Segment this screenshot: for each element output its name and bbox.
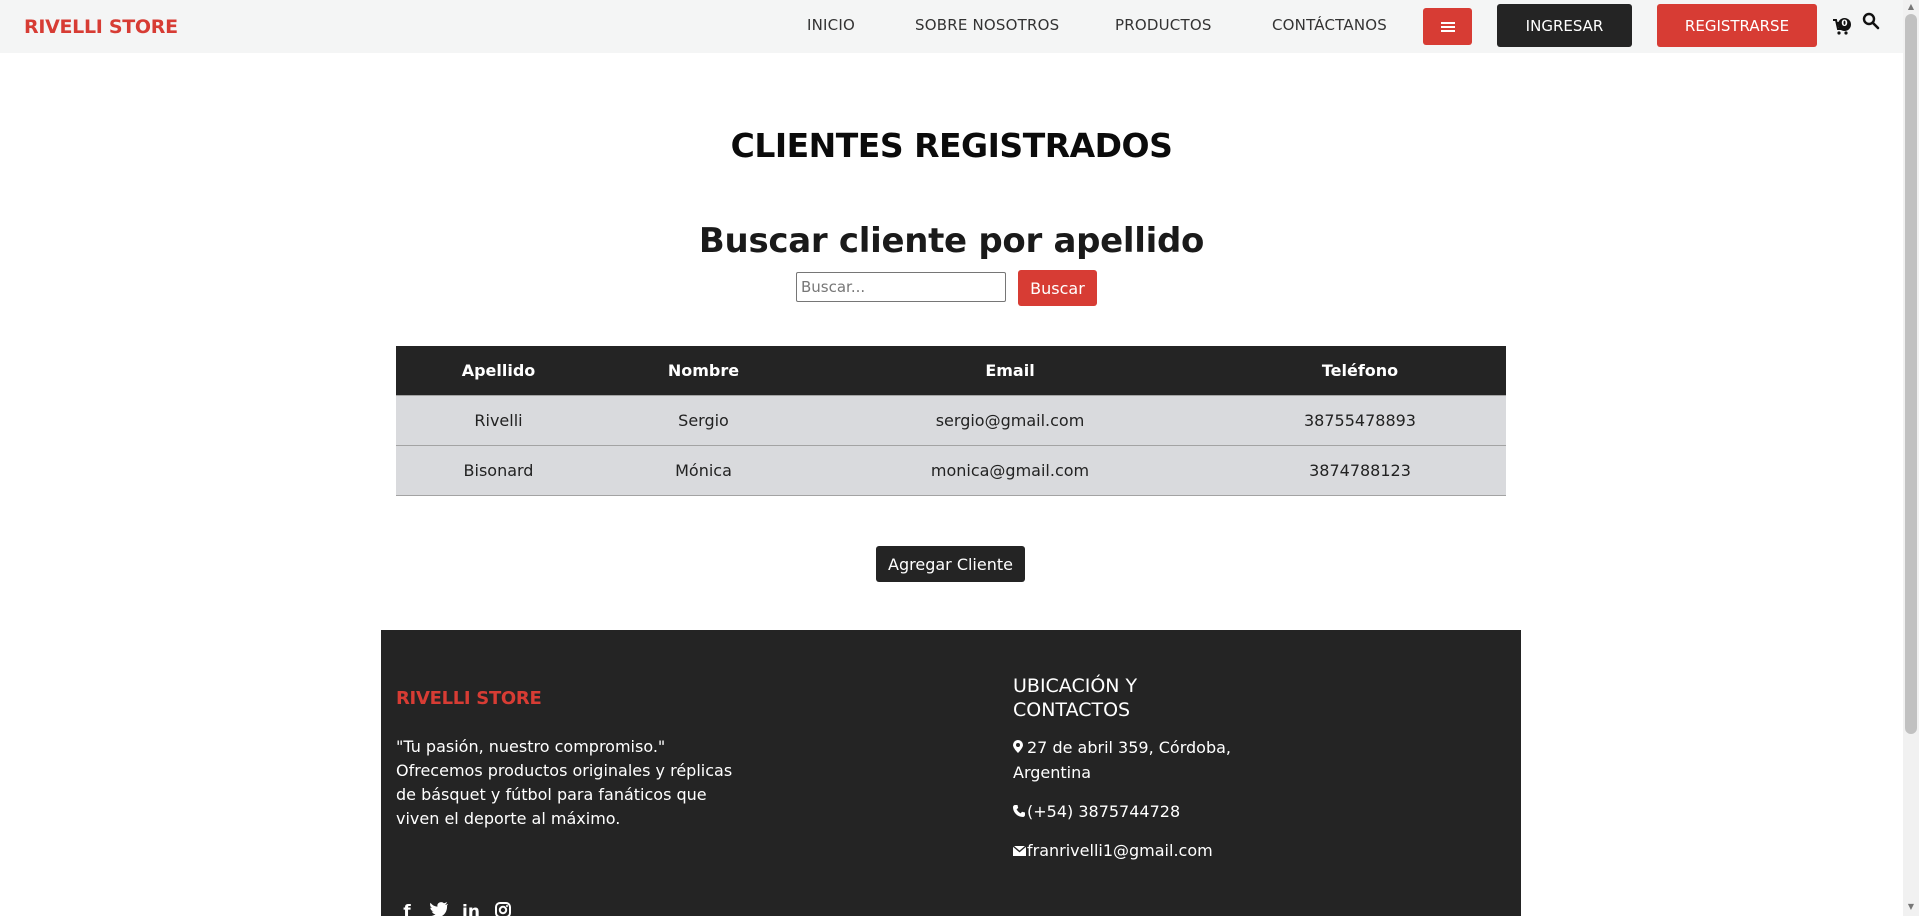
footer-phone-text[interactable]: (+54) 3875744728 (1027, 802, 1180, 821)
table-header-row: Apellido Nombre Email Teléfono (396, 346, 1506, 395)
instagram-icon[interactable] (492, 902, 514, 923)
cell-nombre: Sergio (601, 394, 806, 445)
column-header-apellido: Apellido (396, 346, 601, 395)
footer-email-text[interactable]: franrivelli1@gmail.com (1027, 841, 1213, 860)
footer: RIVELLI STORE "Tu pasión, nuestro compro… (381, 630, 1521, 922)
nav-link-productos[interactable]: PRODUCTOS (1115, 16, 1212, 34)
facebook-icon[interactable]: f (396, 902, 418, 923)
clients-table: Apellido Nombre Email Teléfono Rivelli S… (396, 346, 1506, 496)
footer-email: franrivelli1@gmail.com (1012, 839, 1273, 864)
scrollbar-thumb[interactable] (1905, 14, 1917, 734)
cell-nombre: Mónica (601, 444, 806, 496)
brand-logo[interactable]: RIVELLI STORE (24, 16, 178, 38)
cell-apellido: Rivelli (396, 394, 601, 445)
footer-phone: (+54) 3875744728 (1013, 800, 1273, 825)
search-icon[interactable] (1862, 12, 1880, 30)
cell-telefono: 38755478893 (1214, 394, 1506, 445)
column-header-nombre: Nombre (601, 346, 806, 395)
cart-count-badge: 0 (1838, 18, 1851, 31)
social-links: f in (396, 902, 514, 923)
bars-icon (1440, 21, 1455, 32)
column-header-telefono: Teléfono (1214, 346, 1506, 395)
search-heading: Buscar cliente por apellido (698, 221, 1205, 261)
map-marker-icon (1013, 737, 1027, 761)
search-button[interactable]: Buscar (1018, 270, 1097, 306)
footer-description: "Tu pasión, nuestro compromiso." Ofrecem… (396, 737, 733, 828)
footer-contact-heading: UBICACIÓN Y CONTACTOS (1013, 675, 1138, 721)
cell-apellido: Bisonard (396, 444, 601, 496)
twitter-icon[interactable] (428, 902, 450, 923)
table-row: Rivelli Sergio sergio@gmail.com 38755478… (396, 394, 1506, 445)
footer-brand: RIVELLI STORE (396, 688, 542, 709)
cell-telefono: 3874788123 (1214, 444, 1506, 496)
login-button[interactable]: INGRESAR (1497, 4, 1632, 47)
scroll-down-arrow[interactable]: ▼ (1905, 902, 1917, 914)
menu-toggle-button[interactable] (1423, 8, 1472, 45)
scroll-up-arrow[interactable]: ▲ (1905, 2, 1917, 14)
page-title: CLIENTES REGISTRADOS (730, 126, 1173, 165)
add-client-button[interactable]: Agregar Cliente (876, 546, 1025, 582)
cell-email: sergio@gmail.com (806, 394, 1214, 445)
phone-icon (1013, 801, 1027, 825)
nav-link-inicio[interactable]: INICIO (807, 16, 855, 34)
linkedin-icon[interactable]: in (460, 902, 482, 923)
footer-address: 27 de abril 359, Córdoba, Argentina (1013, 736, 1273, 785)
register-button[interactable]: REGISTRARSE (1657, 4, 1817, 47)
navbar: RIVELLI STORE INICIO SOBRE NOSOTROS PROD… (0, 0, 1903, 53)
nav-link-sobre-nosotros[interactable]: SOBRE NOSOTROS (915, 16, 1059, 34)
table-row: Bisonard Mónica monica@gmail.com 3874788… (396, 444, 1506, 496)
column-header-email: Email (806, 346, 1214, 395)
envelope-icon (1012, 840, 1027, 864)
footer-address-text: 27 de abril 359, Córdoba, Argentina (1013, 738, 1232, 782)
nav-link-contactanos[interactable]: CONTÁCTANOS (1272, 16, 1387, 34)
cell-email: monica@gmail.com (806, 444, 1214, 496)
search-input[interactable] (796, 272, 1006, 302)
